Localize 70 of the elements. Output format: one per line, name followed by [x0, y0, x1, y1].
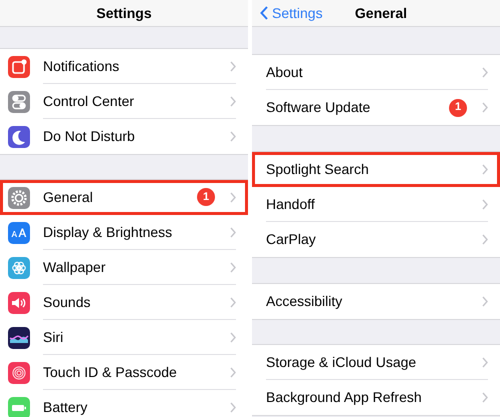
back-chevron-icon: [260, 6, 268, 20]
chevron-icon: [482, 356, 488, 368]
settings-row[interactable]: Siri: [0, 320, 248, 355]
toggles-icon: [8, 90, 30, 112]
moon-icon: [8, 126, 30, 148]
chevron-icon: [482, 296, 488, 307]
row-label: Touch ID & Passcode: [43, 362, 178, 382]
row-label: About: [266, 62, 304, 82]
back-button[interactable]: Settings: [260, 2, 323, 24]
settings-row[interactable]: Wallpaper: [0, 250, 248, 285]
siri-icon: [8, 326, 30, 348]
row-label: Wallpaper: [43, 258, 107, 277]
flower-icon: [8, 256, 30, 278]
settings-row[interactable]: Sounds: [0, 285, 248, 320]
settings-row[interactable]: Touch ID & Passcode: [0, 355, 248, 390]
chevron-icon: [482, 198, 488, 210]
settings-row[interactable]: Spotlight Search: [252, 152, 500, 187]
count-badge: 1: [449, 98, 467, 116]
row-label: Accessibility: [266, 292, 344, 311]
row-label: Display & Brightness: [43, 222, 174, 242]
notifications-icon: [8, 56, 30, 78]
chevron-icon: [230, 226, 236, 238]
settings-row[interactable]: Background App Refresh: [252, 380, 500, 415]
row-label: Control Center: [43, 92, 136, 110]
count-badge: 1: [197, 188, 215, 206]
fingerprint-icon: [8, 362, 30, 384]
row-label: Software Update: [266, 98, 372, 117]
row-label: Spotlight Search: [266, 160, 370, 179]
chevron-icon: [230, 296, 236, 308]
settings-row[interactable]: Accessibility: [252, 284, 500, 319]
settings-row[interactable]: Do Not Disturb: [0, 119, 248, 154]
settings-row[interactable]: Control Center: [0, 84, 248, 119]
chevron-icon: [482, 66, 488, 78]
chevron-icon: [482, 392, 488, 403]
row-label: Background App Refresh: [266, 388, 423, 407]
row-label: General: [43, 188, 94, 206]
row-label: Handoff: [266, 194, 316, 214]
row-label: Sounds: [43, 292, 92, 312]
settings-row[interactable]: Storage & iCloud Usage: [252, 345, 500, 380]
chevron-icon: [482, 102, 488, 113]
row-label: Do Not Disturb: [43, 127, 136, 146]
settings-row[interactable]: Battery: [0, 390, 248, 417]
settings-row[interactable]: About: [252, 55, 500, 90]
settings-row[interactable]: Display & Brightness: [0, 215, 248, 250]
settings-row[interactable]: CarPlay: [252, 222, 500, 257]
chevron-icon: [230, 131, 236, 142]
chevron-icon: [230, 96, 236, 106]
chevron-icon: [230, 192, 236, 202]
chevron-icon: [230, 402, 236, 413]
settings-row[interactable]: General 1: [0, 180, 248, 215]
chevron-icon: [230, 262, 236, 272]
text-size-icon: [8, 222, 30, 244]
chevron-icon: [230, 366, 236, 378]
row-label: Battery: [43, 398, 88, 417]
row-label: Notifications: [43, 56, 120, 76]
settings-row[interactable]: Software Update 1: [252, 90, 500, 125]
settings-icon: [8, 186, 30, 208]
battery-icon: [8, 396, 30, 417]
chevron-icon: [482, 164, 488, 174]
screen-title: General: [354, 4, 408, 22]
row-label: Siri: [43, 328, 64, 346]
screen-title: Settings: [96, 4, 152, 23]
chevron-icon: [230, 332, 236, 342]
row-label: CarPlay: [266, 230, 317, 249]
row-label: Storage & iCloud Usage: [266, 352, 418, 372]
chevron-icon: [482, 234, 488, 245]
speaker-icon: [8, 292, 30, 314]
settings-row[interactable]: Notifications: [0, 49, 248, 84]
chevron-icon: [230, 60, 236, 72]
settings-row[interactable]: Handoff: [252, 187, 500, 222]
